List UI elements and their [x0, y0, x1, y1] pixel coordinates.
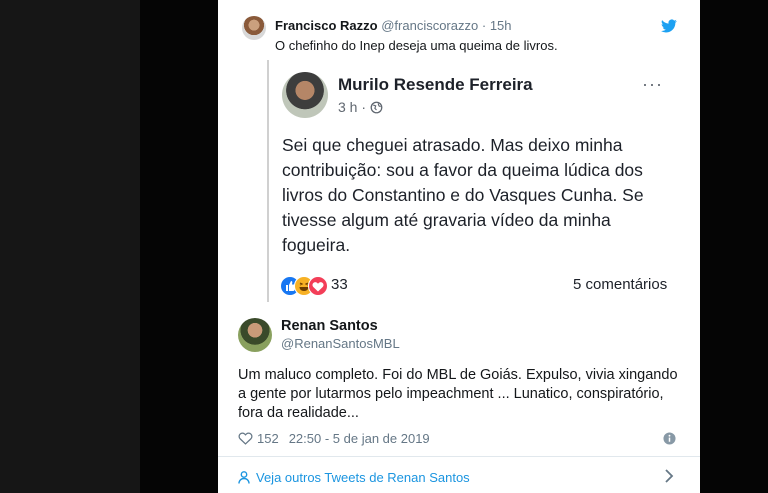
fb-post-meta: 3 h ·	[338, 99, 383, 115]
info-icon[interactable]	[663, 432, 676, 445]
retweet-author-name[interactable]: Francisco Razzo	[275, 18, 378, 33]
fb-author-name: Murilo Resende Ferreira	[338, 75, 533, 94]
person-icon	[238, 471, 250, 484]
more-tweets-label[interactable]: Veja outros Tweets de Renan Santos	[256, 470, 470, 485]
background-left	[0, 0, 140, 493]
globe-icon	[370, 101, 383, 114]
retweet-header: Francisco Razzo @franciscorazzo · 15h	[275, 18, 512, 33]
author-name[interactable]: Renan Santos	[281, 318, 378, 334]
like-count[interactable]: 152	[257, 431, 279, 446]
retweet-text: O chefinho do Inep deseja uma queima de …	[275, 38, 558, 53]
fb-post-time: 3 h ·	[338, 99, 367, 115]
author-handle[interactable]: @RenanSantosMBL	[281, 336, 400, 351]
tweet-timestamp[interactable]: 22:50 - 5 de jan de 2019	[289, 431, 430, 446]
fb-options-icon: ···	[642, 74, 663, 94]
chevron-right-icon[interactable]	[663, 467, 675, 485]
tweet-footer: 152 22:50 - 5 de jan de 2019	[238, 431, 430, 446]
retweet-avatar[interactable]	[242, 16, 266, 40]
fb-author-avatar	[282, 72, 328, 118]
retweet-separator: ·	[481, 18, 487, 33]
twitter-bird-icon[interactable]	[661, 18, 677, 34]
more-tweets-link[interactable]: Veja outros Tweets de Renan Santos	[238, 470, 470, 485]
love-reaction-icon	[308, 276, 328, 296]
fb-post-body: Sei que cheguei atrasado. Mas deixo minh…	[282, 135, 644, 255]
tweet-text: Um maluco completo. Foi do MBL de Goiás.…	[238, 367, 678, 421]
heart-icon[interactable]	[238, 431, 253, 445]
fb-comment-count: 5 comentários	[573, 276, 668, 293]
author-avatar[interactable]	[238, 318, 272, 352]
background-gutter-right	[700, 0, 768, 493]
retweet-handle[interactable]: @franciscorazzo	[381, 18, 478, 33]
footer-divider	[218, 456, 700, 457]
retweet-time[interactable]: 15h	[490, 18, 512, 33]
quote-divider	[267, 60, 269, 302]
fb-reaction-count: 33	[331, 276, 348, 293]
tweet-card: Francisco Razzo @franciscorazzo · 15h O …	[218, 0, 700, 493]
embedded-facebook-post: Murilo Resende Ferreira 3 h · ··· Sei qu…	[267, 60, 680, 302]
background-gutter-left	[140, 0, 218, 493]
